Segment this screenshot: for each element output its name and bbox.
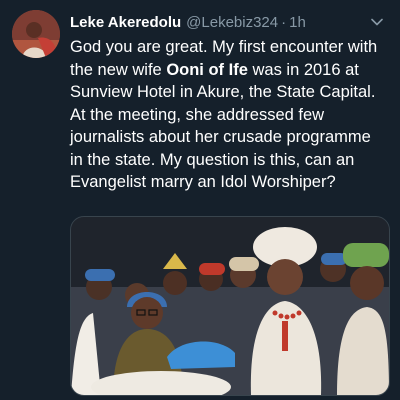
separator: · [281, 13, 287, 31]
tweet-text-part-2: was in 2016 at Sunview Hotel in Akure, t… [70, 60, 376, 192]
tweet: Leke Akeredolu @Lekebiz324 · 1h God you … [0, 0, 400, 400]
tweet-photo[interactable] [70, 216, 390, 396]
tweet-header: Leke Akeredolu @Lekebiz324 · 1h [70, 12, 386, 32]
user-handle[interactable]: @Lekebiz324 [186, 14, 278, 31]
tweet-text: God you are great. My first encounter wi… [70, 36, 388, 194]
chevron-down-icon[interactable] [368, 13, 386, 31]
timestamp[interactable]: 1h [289, 14, 306, 31]
display-name[interactable]: Leke Akeredolu [70, 14, 181, 31]
avatar[interactable] [12, 10, 60, 58]
tweet-text-bold: Ooni of Ife [166, 60, 248, 79]
avatar-image [12, 10, 60, 58]
photo-illustration [71, 217, 389, 395]
